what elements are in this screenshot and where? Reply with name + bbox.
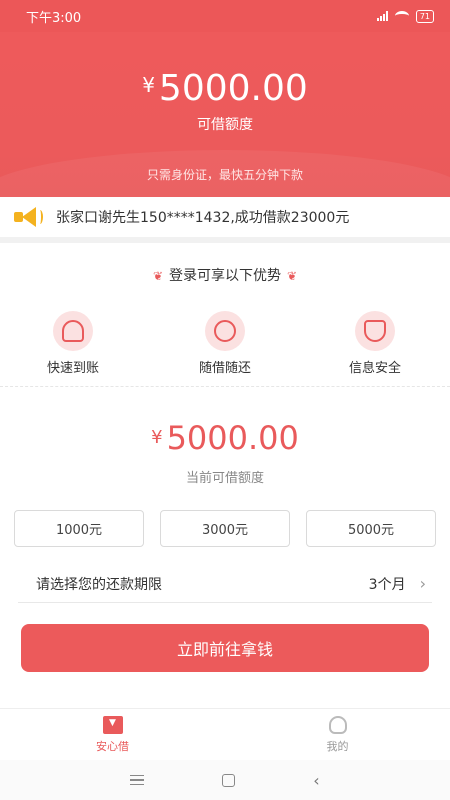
home-icon[interactable] [222, 773, 236, 787]
period-value: 3个月 [368, 576, 406, 593]
advantage-label: 信息安全 [348, 361, 401, 376]
loan-card: ❦ 登录可享以下优势 ❦ 快速到账 随借随还 信息安全 ¥5000.00 当前可借额… [0, 243, 450, 708]
repayment-period-selector[interactable]: 请选择您的还款期限 3个月 › [18, 565, 432, 603]
signal-icon [376, 11, 388, 21]
back-icon[interactable]: ‹ [313, 771, 319, 790]
get-money-button[interactable]: 立即前往拿钱 [21, 624, 429, 672]
notice-bar: 张家口谢先生150****1432,成功借款23000元 [0, 197, 450, 243]
user-icon [328, 715, 347, 734]
status-icons: 71 [376, 9, 434, 23]
tab-home[interactable]: 安心借 [0, 709, 225, 760]
wifi-icon [394, 11, 409, 21]
hero-note: 只需身份证，最快五分钟下款 [146, 168, 303, 182]
amount-options: 1000元 3000元 5000元 [14, 510, 436, 547]
credit-hero: ¥5000.00 可借额度 只需身份证，最快五分钟下款 [0, 32, 450, 197]
amount-option-1000[interactable]: 1000元 [14, 510, 144, 547]
hero-amount: ¥5000.00 [0, 68, 450, 109]
hero-currency: ¥ [142, 73, 155, 97]
shield-icon [355, 311, 395, 351]
divider [0, 386, 450, 387]
status-time: 下午3:00 [26, 10, 82, 26]
advantages-title: ❦ 登录可享以下优势 ❦ [0, 265, 450, 285]
amount-option-5000[interactable]: 5000元 [306, 510, 436, 547]
available-amount: ¥5000.00 [0, 419, 450, 457]
hero-amount-value: 5000.00 [158, 68, 308, 109]
ribbon-icon: ❦ [287, 269, 298, 283]
bottom-tab-bar: 安心借 我的 [0, 708, 450, 760]
megaphone-icon [14, 206, 44, 228]
available-currency: ¥ [151, 427, 163, 448]
notice-text: 张家口谢先生150****1432,成功借款23000元 [56, 210, 350, 226]
tab-home-label: 安心借 [96, 739, 129, 753]
available-amount-label: 当前可借额度 [185, 471, 264, 486]
advantage-label: 快速到账 [46, 361, 99, 376]
advantage-item: 信息安全 [320, 311, 430, 376]
advantage-label: 随借随还 [198, 361, 251, 376]
hero-label: 可借额度 [197, 117, 253, 133]
status-bar: 下午3:00 71 [0, 0, 450, 32]
available-amount-value: 5000.00 [166, 419, 299, 457]
period-selection: 3个月 › [369, 574, 432, 594]
system-nav-bar: ‹ [0, 760, 450, 800]
ribbon-icon: ❦ [152, 269, 163, 283]
advantages-list: 快速到账 随借随还 信息安全 [0, 311, 450, 376]
chevron-right-icon: › [419, 574, 426, 593]
battery-icon: 71 [415, 9, 434, 23]
amount-option-3000[interactable]: 3000元 [160, 510, 290, 547]
tab-mine-label: 我的 [326, 739, 349, 753]
cycle-icon [205, 311, 245, 351]
advantage-item: 随借随还 [170, 311, 280, 376]
rocket-icon [53, 311, 93, 351]
menu-icon[interactable] [130, 774, 145, 786]
period-label: 请选择您的还款期限 [36, 576, 162, 593]
home-tab-icon [102, 715, 123, 734]
advantage-item: 快速到账 [18, 311, 128, 376]
tab-mine[interactable]: 我的 [225, 709, 450, 760]
advantages-title-text: 登录可享以下优势 [169, 268, 281, 284]
